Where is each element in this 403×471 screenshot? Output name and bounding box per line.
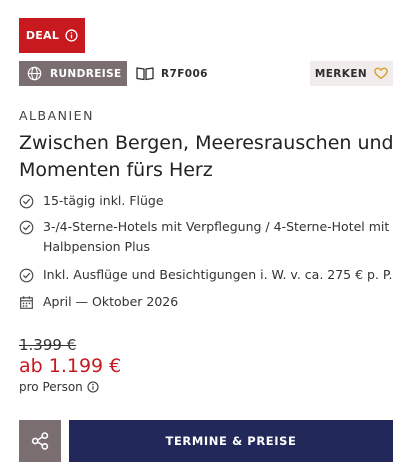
offer-title[interactable]: Zwischen Bergen, Meeresrauschen und Mome… — [19, 130, 394, 184]
heart-icon — [374, 67, 388, 80]
feature-list: 15-tägig inkl. Flüge 3-/4-Sterne-Hotels … — [19, 191, 394, 314]
feature-text: 3-/4-Sterne-Hotels mit Verpflegung / 4-S… — [43, 219, 390, 254]
catalog-book-icon — [136, 67, 154, 81]
feature-item: Inkl. Ausflüge und Besichtigungen i. W. … — [19, 265, 394, 292]
travel-period: April — Oktober 2026 — [19, 292, 394, 314]
travel-period-text: April — Oktober 2026 — [43, 294, 179, 309]
trip-type-label: RUNDREISE — [50, 67, 122, 80]
globe-icon — [27, 66, 42, 81]
check-circle-icon — [19, 194, 34, 209]
deal-label: DEAL — [25, 29, 60, 42]
trip-type-tag: RUNDREISE — [19, 61, 127, 86]
per-person-note[interactable]: pro Person — [19, 380, 99, 394]
country-label: ALBANIEN — [19, 108, 94, 123]
trip-code: R7F006 — [136, 66, 208, 81]
current-price: ab 1.199 € — [19, 355, 122, 377]
feature-item: 3-/4-Sterne-Hotels mit Verpflegung / 4-S… — [19, 217, 394, 265]
feature-item: 15-tägig inkl. Flüge — [19, 191, 394, 217]
dates-prices-button[interactable]: TERMINE & PREISE — [69, 420, 393, 462]
feature-text: Inkl. Ausflüge und Besichtigungen i. W. … — [43, 267, 393, 282]
info-icon — [65, 29, 78, 42]
per-person-label: pro Person — [19, 380, 83, 394]
share-icon — [31, 432, 49, 450]
merken-label: MERKEN — [314, 67, 368, 80]
merken-button[interactable]: MERKEN — [310, 61, 393, 86]
share-button[interactable] — [19, 420, 61, 462]
calendar-icon — [20, 296, 33, 309]
deal-badge: DEAL — [19, 18, 85, 53]
check-circle-icon — [19, 220, 34, 235]
tags-row: RUNDREISE R7F006 MERKEN — [19, 61, 393, 86]
old-price: 1.399 € — [19, 336, 77, 354]
trip-code-label: R7F006 — [161, 67, 208, 80]
info-icon — [87, 381, 99, 393]
check-circle-icon — [19, 268, 34, 283]
feature-text: 15-tägig inkl. Flüge — [43, 193, 164, 208]
